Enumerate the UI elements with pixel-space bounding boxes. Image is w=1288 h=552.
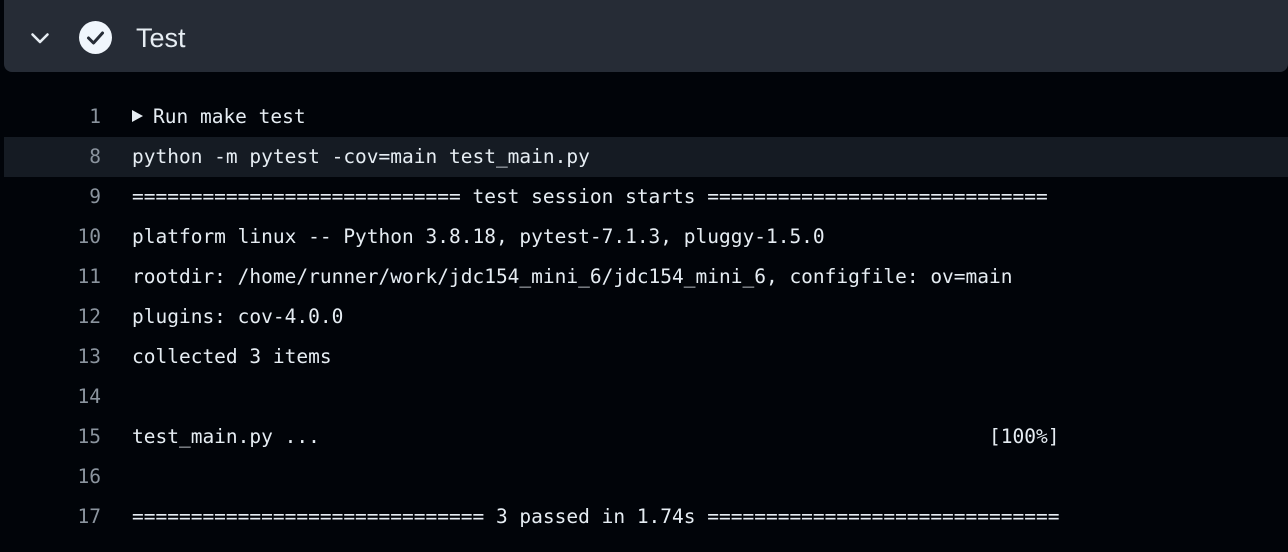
log-group-toggle[interactable]: Run make test [132,97,306,137]
log-line-text: ============================ test sessio… [132,185,1048,208]
step-header[interactable]: Test [4,0,1288,72]
line-number[interactable]: 10 [40,217,101,257]
log-line: 9 ============================ test sess… [0,177,1288,217]
log-output: 1 Run make test 8 python -m pytest -cov=… [0,97,1288,537]
log-line-text: python -m pytest -cov=main test_main.py [132,145,590,168]
line-number[interactable]: 17 [40,497,101,537]
line-number[interactable]: 11 [40,257,101,297]
log-line-text: ============================== 3 passed … [132,505,1060,528]
log-line: 14 [0,377,1288,417]
log-line-text: collected 3 items [132,345,332,368]
line-number[interactable]: 12 [40,297,101,337]
line-number[interactable]: 16 [40,457,101,497]
line-number: 1 [89,105,101,128]
log-line: 8 python -m pytest -cov=main test_main.p… [4,137,1288,177]
line-number[interactable]: 9 [40,177,101,217]
log-line-text: test_main.py ... [100%] [132,425,1060,448]
log-line: 13 collected 3 items [0,337,1288,377]
log-line: 11 rootdir: /home/runner/work/jdc154_min… [0,257,1288,297]
line-number[interactable]: 14 [40,377,101,417]
log-line: 16 [0,457,1288,497]
log-line: 12 plugins: cov-4.0.0 [0,297,1288,337]
line-number[interactable]: 8 [40,137,101,177]
chevron-down-icon[interactable] [28,26,52,50]
check-circle-icon [79,21,112,54]
log-group-label: Run make test [153,105,306,128]
log-group-row[interactable]: 1 Run make test [0,97,1288,137]
log-line: 17 ============================== 3 pass… [0,497,1288,537]
log-line-text: platform linux -- Python 3.8.18, pytest-… [132,225,825,248]
step-title: Test [136,23,186,53]
caret-right-icon [132,110,143,122]
log-line: 15 test_main.py ... [100%] [0,417,1288,457]
line-number[interactable]: 13 [40,337,101,377]
log-line: 10 platform linux -- Python 3.8.18, pyte… [0,217,1288,257]
log-line-text: rootdir: /home/runner/work/jdc154_mini_6… [132,265,1013,288]
log-line-text: plugins: cov-4.0.0 [132,305,344,328]
line-number[interactable]: 15 [40,417,101,457]
